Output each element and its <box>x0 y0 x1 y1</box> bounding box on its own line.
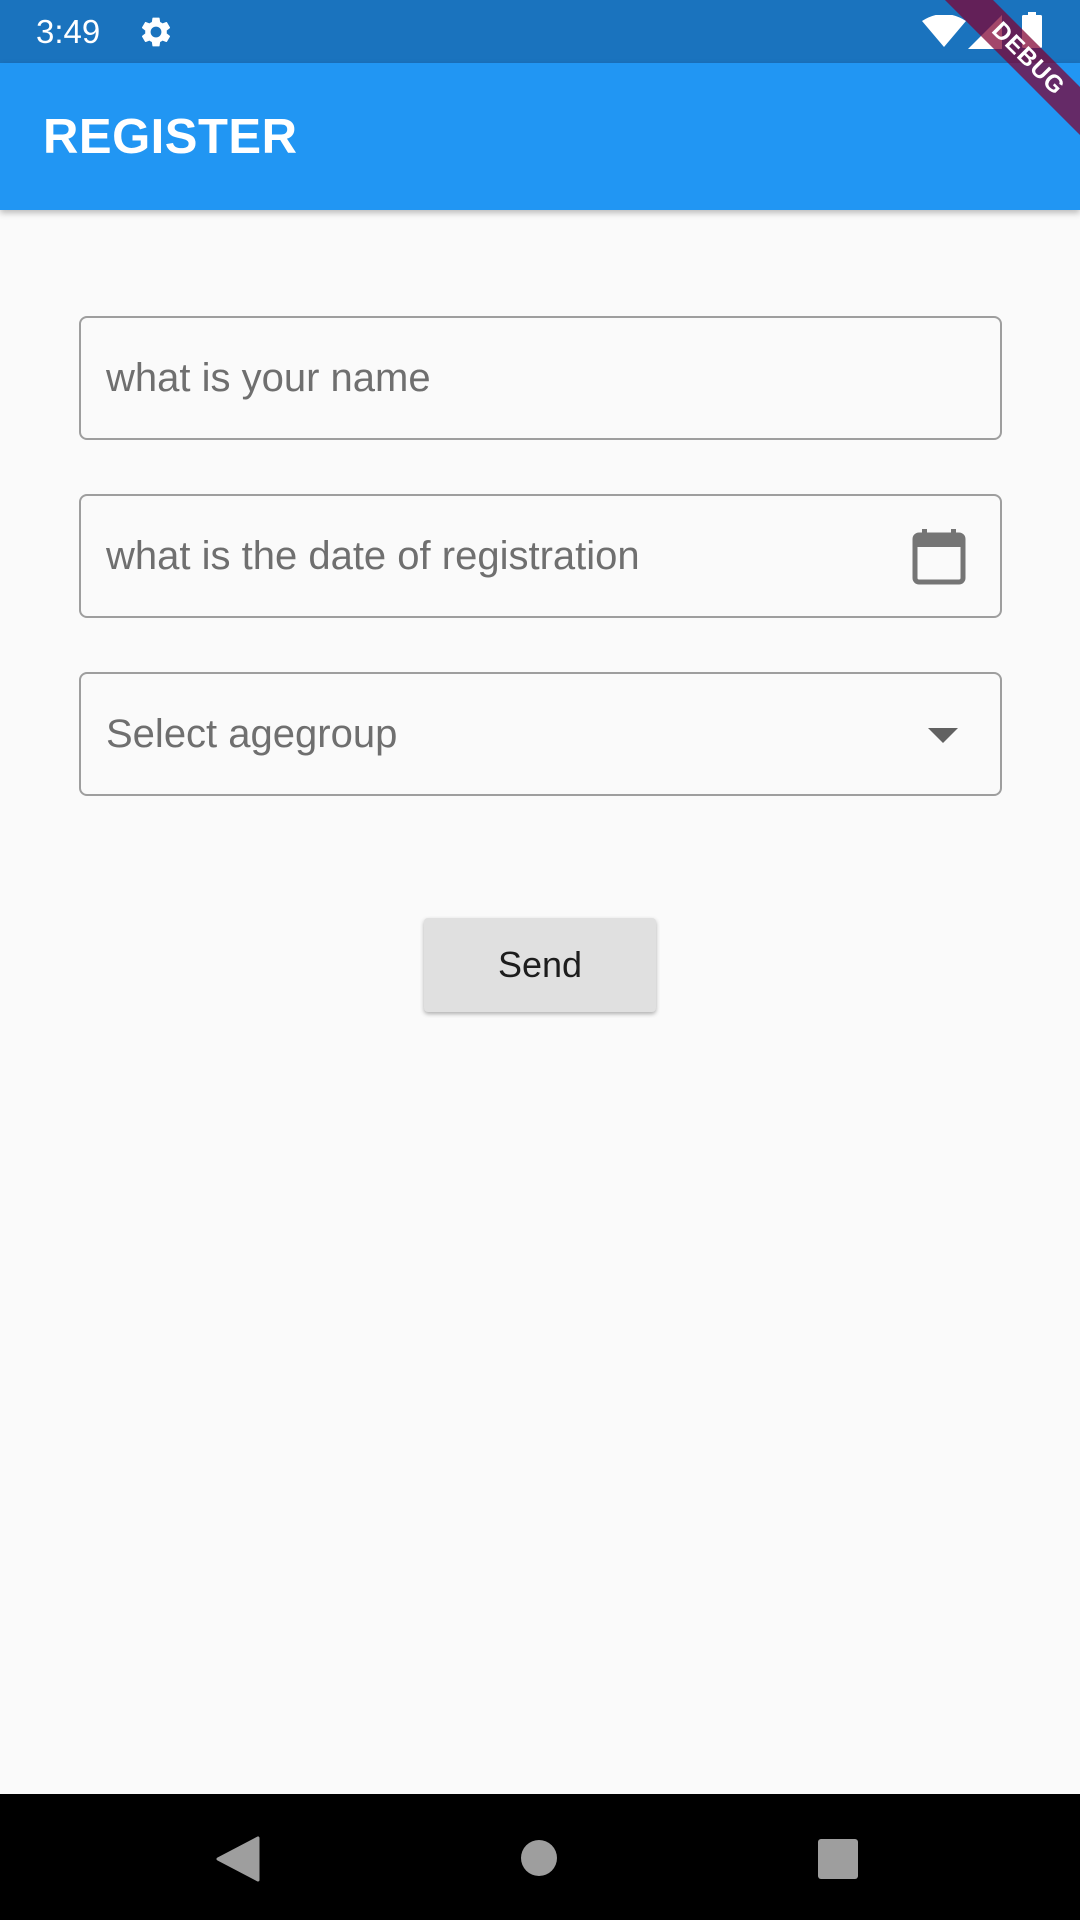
gear-icon <box>141 17 171 47</box>
page-title: REGISTER <box>43 110 298 164</box>
arrow-drop-down-icon[interactable] <box>928 726 958 744</box>
agegroup-dropdown-placeholder: Select agegroup <box>106 712 398 756</box>
name-field-placeholder: what is your name <box>106 356 431 400</box>
date-field[interactable]: what is the date of registration <box>79 494 1002 618</box>
agegroup-dropdown[interactable]: Select agegroup <box>79 672 1002 796</box>
back-icon[interactable] <box>216 1836 260 1882</box>
status-time: 3:49 <box>36 13 101 50</box>
app-bar: REGISTER <box>0 63 1080 210</box>
name-field[interactable]: what is your name <box>79 316 1002 440</box>
navigation-bar <box>0 1794 1080 1920</box>
recents-icon[interactable] <box>818 1839 858 1879</box>
status-bar: 3:49 <box>0 0 1080 63</box>
battery-icon <box>1022 12 1042 48</box>
home-icon[interactable] <box>520 1839 558 1877</box>
cell-signal-icon <box>968 15 1002 49</box>
date-field-placeholder: what is the date of registration <box>106 534 640 578</box>
calendar-icon[interactable] <box>912 529 966 585</box>
send-button[interactable]: Send <box>424 918 656 1012</box>
wifi-icon <box>922 15 966 47</box>
